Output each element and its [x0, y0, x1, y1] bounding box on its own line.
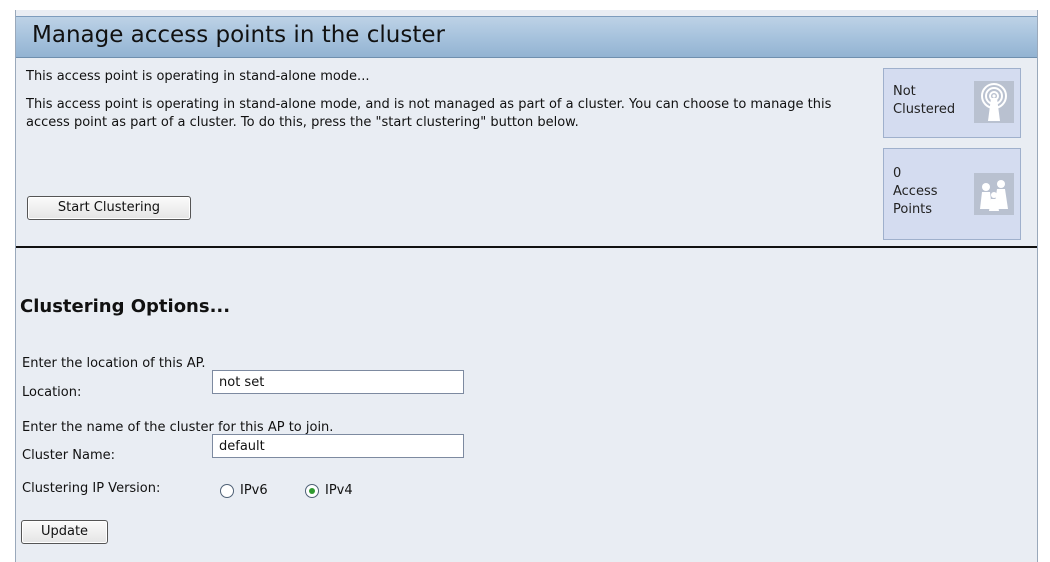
intro-section: This access point is operating in stand-…	[26, 68, 856, 132]
access-points-count-label: 0 Access Points	[893, 165, 938, 219]
section-divider	[16, 246, 1037, 248]
page-title: Manage access points in the cluster	[32, 22, 445, 48]
location-input[interactable]	[212, 370, 464, 394]
ipv6-radio[interactable]	[220, 484, 234, 498]
cluster-status-line2: Clustered	[893, 102, 956, 117]
location-hint: Enter the location of this AP.	[22, 356, 206, 371]
standalone-description: This access point is operating in stand-…	[26, 97, 832, 130]
title-bar: Manage access points in the cluster	[16, 16, 1037, 58]
ipv4-radio[interactable]	[305, 484, 319, 498]
access-points-count-box: 0 Access Points	[883, 148, 1021, 240]
access-points-count: 0	[893, 166, 902, 181]
access-points-group-icon	[974, 173, 1014, 215]
start-clustering-button[interactable]: Start Clustering	[27, 196, 191, 220]
cluster-status-line1: Not	[893, 84, 916, 99]
wireless-tower-icon	[974, 81, 1014, 123]
ip-version-label: Clustering IP Version:	[22, 481, 161, 496]
update-button[interactable]: Update	[21, 520, 108, 544]
cluster-name-hint: Enter the name of the cluster for this A…	[22, 420, 334, 435]
cluster-management-panel: Manage access points in the cluster This…	[15, 10, 1038, 562]
ipv6-label: IPv6	[240, 483, 268, 498]
cluster-status-box: Not Clustered	[883, 68, 1021, 138]
cluster-name-input[interactable]	[212, 434, 464, 458]
cluster-status-label: Not Clustered	[893, 83, 955, 119]
access-points-label-line2: Points	[893, 202, 933, 217]
cluster-name-label: Cluster Name:	[22, 448, 116, 463]
access-points-label-line1: Access	[893, 184, 938, 199]
standalone-status-text: This access point is operating in stand-…	[26, 69, 370, 84]
ip-version-row: Clustering IP Version:	[22, 481, 160, 496]
ipv4-label: IPv4	[325, 483, 353, 498]
clustering-options-title: Clustering Options...	[20, 296, 231, 317]
location-label: Location:	[22, 385, 82, 400]
